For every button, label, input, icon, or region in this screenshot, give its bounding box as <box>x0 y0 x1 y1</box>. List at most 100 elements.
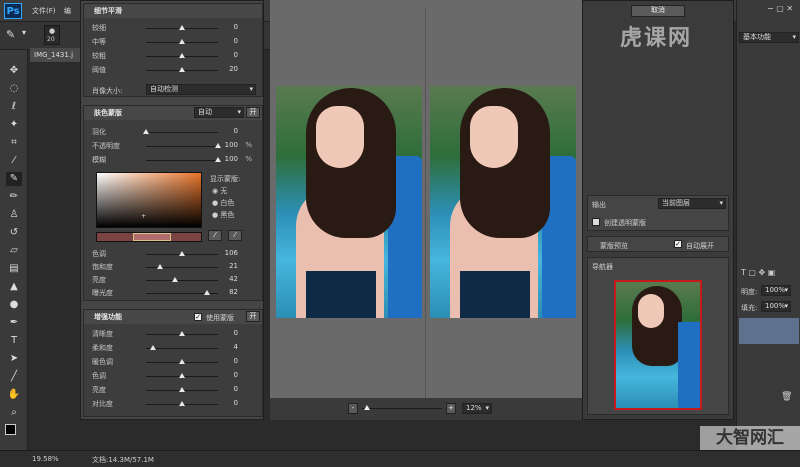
result-photo <box>430 86 576 318</box>
stamp-tool-icon[interactable]: ♙ <box>6 208 22 222</box>
eyedropper-icon: ⁄ <box>214 231 216 239</box>
line-tool-icon[interactable]: ╱ <box>6 370 22 384</box>
auto-expand-checkbox[interactable]: ✓ <box>674 240 682 248</box>
slider-label: 较细 <box>92 24 106 32</box>
blur-tool-icon[interactable]: ▲ <box>6 280 22 294</box>
watermark-logo: 虎课网 <box>620 26 693 51</box>
move-tool-icon[interactable]: ✥ <box>6 64 22 78</box>
zoom-out-button[interactable]: - <box>348 403 358 414</box>
brush-preset-picker[interactable]: ● 20 <box>44 25 60 45</box>
crop-tool-icon[interactable]: ⌗ <box>6 136 22 150</box>
slider-value: 0 <box>233 127 238 135</box>
slider-knob[interactable] <box>171 277 178 282</box>
enhance-toggle-button[interactable]: 开 <box>246 311 260 322</box>
trash-icon[interactable]: 🗑 <box>781 392 792 402</box>
marquee-tool-icon[interactable]: ◌ <box>6 82 22 96</box>
slider-knob[interactable] <box>179 251 185 256</box>
section-title: 增强功能 <box>84 310 262 324</box>
create-mask-checkbox[interactable] <box>592 218 600 226</box>
portrait-size-label: 肖像大小: <box>92 87 123 95</box>
slider-knob[interactable] <box>179 359 185 364</box>
hue-range-selection[interactable] <box>133 233 171 241</box>
magic-wand-icon[interactable]: ✦ <box>6 118 22 132</box>
foreground-color-swatch[interactable] <box>5 424 16 435</box>
use-mask-checkbox[interactable]: ✓ <box>194 313 202 321</box>
skin-mask-mode-dropdown[interactable]: 自动 <box>194 107 244 118</box>
navigator-title: 导航器 <box>592 263 613 271</box>
skin-color-picker-field[interactable]: + <box>96 172 202 228</box>
window-controls[interactable]: − ▢ ✕ <box>767 4 793 13</box>
eyedropper-add-button[interactable]: ⁄ <box>228 230 242 241</box>
radio-icon: ● <box>212 199 219 207</box>
slider-knob[interactable] <box>179 387 185 392</box>
eraser-tool-icon[interactable]: ▱ <box>6 244 22 258</box>
mask-preview-row[interactable]: 蒙版预览 ✓ 自动展开 <box>587 236 729 252</box>
brush-tool-icon[interactable]: ✎ <box>6 28 15 41</box>
output-dropdown[interactable]: 当前图层 <box>658 198 726 209</box>
slider-knob[interactable] <box>150 345 157 350</box>
navigator-thumbnail[interactable] <box>614 280 702 410</box>
output-label: 输出 <box>592 201 606 209</box>
slider-knob[interactable] <box>179 67 185 72</box>
slider-value: 82 <box>229 288 238 296</box>
slider-row: 色调 106 <box>92 248 260 260</box>
slider-row: 模糊 100% <box>92 154 260 166</box>
slider-label: 羽化 <box>92 128 106 136</box>
slider-knob[interactable] <box>179 53 185 58</box>
original-photo <box>276 86 422 318</box>
skin-mask-section: 肤色蒙版 自动 开 羽化0不透明度100%模糊100% + 显示蒙版: ◉ 无 … <box>83 105 263 301</box>
dodge-tool-icon[interactable]: ● <box>6 298 22 312</box>
zoom-slider-knob[interactable] <box>364 405 370 410</box>
show-mask-option-none[interactable]: ◉ 无 <box>212 186 227 196</box>
slider-label: 不透明度 <box>92 142 120 150</box>
slider-knob[interactable] <box>179 401 185 406</box>
fill-dropdown[interactable]: 100% <box>761 301 791 312</box>
slider-label: 较粗 <box>92 52 106 60</box>
pencil-tool-icon[interactable]: ✏ <box>6 190 22 204</box>
slider-value: 0 <box>233 51 238 59</box>
zoom-in-button[interactable]: + <box>446 403 456 414</box>
type-tool-icon[interactable]: T <box>6 334 22 348</box>
opacity-dropdown[interactable]: 100% <box>761 285 791 296</box>
zoom-tool-icon[interactable]: ⌕ <box>6 406 22 420</box>
toolbox: ✥ ◌ ℓ ✦ ⌗ ⁄ ✎ ✏ ♙ ↺ ▱ ▤ ▲ ● ✒ T ➤ ╱ ✋ ⌕ <box>0 50 28 450</box>
history-brush-icon[interactable]: ↺ <box>6 226 22 240</box>
skin-mask-toggle-button[interactable]: 开 <box>246 107 260 118</box>
menu-edit[interactable]: 编 <box>64 6 71 16</box>
zoom-level-dropdown[interactable]: 12% <box>462 403 492 414</box>
slider-knob[interactable] <box>179 331 185 336</box>
slider-value: 20 <box>229 65 238 73</box>
eyedropper-button[interactable]: ⁄ <box>208 230 222 241</box>
menu-file[interactable]: 文件(F) <box>32 6 56 16</box>
slider-knob[interactable] <box>179 25 185 30</box>
mask-preview-label: 蒙版预览 <box>600 242 628 250</box>
show-mask-option-black[interactable]: ● 黑色 <box>212 210 234 220</box>
slider-knob[interactable] <box>143 129 149 134</box>
layer-row-selected[interactable] <box>739 318 799 344</box>
hand-tool-icon[interactable]: ✋ <box>6 388 22 402</box>
cancel-button[interactable]: 取消 <box>631 5 685 17</box>
layers-sidebar: − ▢ ✕ 基本功能 T ▢ ✥ ▣ 明度: 100% 填充: 100% 🗑 <box>736 0 800 450</box>
hue-range-bar[interactable] <box>96 232 202 242</box>
eyedropper-icon[interactable]: ⁄ <box>6 154 22 168</box>
portrait-size-dropdown[interactable]: 自动检测 <box>146 84 256 95</box>
opacity-label: 明度: <box>741 288 758 296</box>
slider-knob[interactable] <box>157 264 164 269</box>
brush-tool-icon[interactable]: ✎ <box>6 172 22 186</box>
enhance-section: 增强功能 ✓ 使用蒙版 开 清晰度 0 柔和度 4 暖色调 0 色调 0 亮度 0 对比度 0 <box>83 309 263 417</box>
show-mask-option-white[interactable]: ● 白色 <box>212 198 234 208</box>
document-tab[interactable]: IMG_1431.j <box>30 48 80 62</box>
pen-tool-icon[interactable]: ✒ <box>6 316 22 330</box>
create-mask-label: 创建透明蒙版 <box>604 219 646 227</box>
radio-selected-icon: ◉ <box>212 187 219 195</box>
chevron-down-icon[interactable]: ▾ <box>22 28 26 37</box>
gradient-tool-icon[interactable]: ▤ <box>6 262 22 276</box>
path-select-icon[interactable]: ➤ <box>6 352 22 366</box>
slider-knob[interactable] <box>179 373 185 378</box>
slider-knob[interactable] <box>179 39 185 44</box>
zoom-slider-track[interactable] <box>362 408 442 409</box>
photoshop-logo: Ps <box>4 3 22 19</box>
layer-lock-icons[interactable]: T ▢ ✥ ▣ <box>741 268 775 277</box>
slider-value: 0 <box>233 371 238 379</box>
lasso-tool-icon[interactable]: ℓ <box>6 100 22 114</box>
